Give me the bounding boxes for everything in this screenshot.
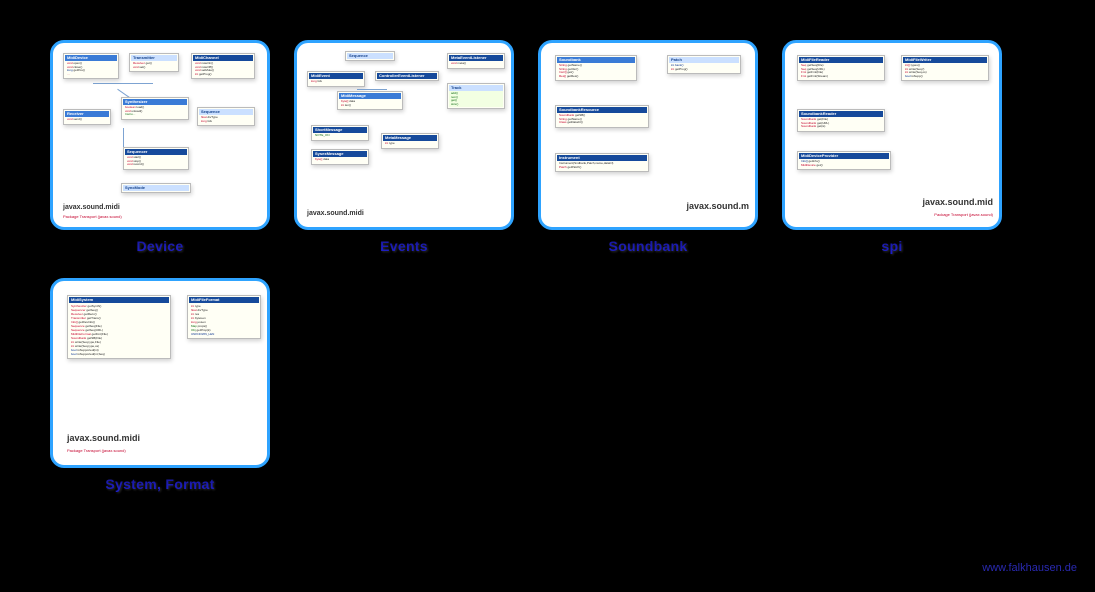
thumbnail-grid: MidiDevice void open()void close()long g…: [0, 0, 1095, 502]
package-label: javax.sound.midi: [307, 210, 364, 217]
package-note: Package Transport (javax.sound): [67, 448, 126, 453]
package-label: javax.sound.mid: [922, 197, 993, 207]
tile-spi[interactable]: MidiFileReader Seq getSeq(File)Seq getSe…: [782, 40, 1002, 254]
thumbnail-spi[interactable]: MidiFileReader Seq getSeq(File)Seq getSe…: [782, 40, 1002, 230]
package-note: Package Transport (javax.sound): [63, 214, 122, 219]
thumbnail-device[interactable]: MidiDevice void open()void close()long g…: [50, 40, 270, 230]
uml-class: ControllerEventListener: [377, 73, 437, 79]
tile-label-soundbank: Soundbank: [609, 238, 688, 254]
footer-link[interactable]: www.falkhausen.de: [982, 562, 1077, 574]
package-label: javax.sound.midi: [63, 204, 120, 211]
tile-label-device: Device: [137, 238, 184, 254]
tile-label-system-format: System, Format: [105, 476, 214, 492]
package-label: javax.sound.midi: [67, 433, 140, 443]
uml-class-extra: SyncMode: [123, 185, 189, 191]
tile-device[interactable]: MidiDevice void open()void close()long g…: [50, 40, 270, 254]
tile-events[interactable]: Sequence MidiEvent long tick ControllerE…: [294, 40, 514, 254]
thumbnail-events[interactable]: Sequence MidiEvent long tick ControllerE…: [294, 40, 514, 230]
package-label: javax.sound.m: [686, 201, 749, 211]
tile-label-events: Events: [380, 238, 428, 254]
package-note: Package Transport (javax.sound): [934, 212, 993, 217]
tile-label-spi: spi: [881, 238, 902, 254]
tile-soundbank[interactable]: Soundbank String getName()String getVer(…: [538, 40, 758, 254]
uml-class: Sequence: [347, 53, 393, 59]
thumbnail-system-format[interactable]: MidiSystem Synthesizer getSynth() Sequen…: [50, 278, 270, 468]
thumbnail-soundbank[interactable]: Soundbank String getName()String getVer(…: [538, 40, 758, 230]
tile-system-format[interactable]: MidiSystem Synthesizer getSynth() Sequen…: [50, 278, 270, 492]
